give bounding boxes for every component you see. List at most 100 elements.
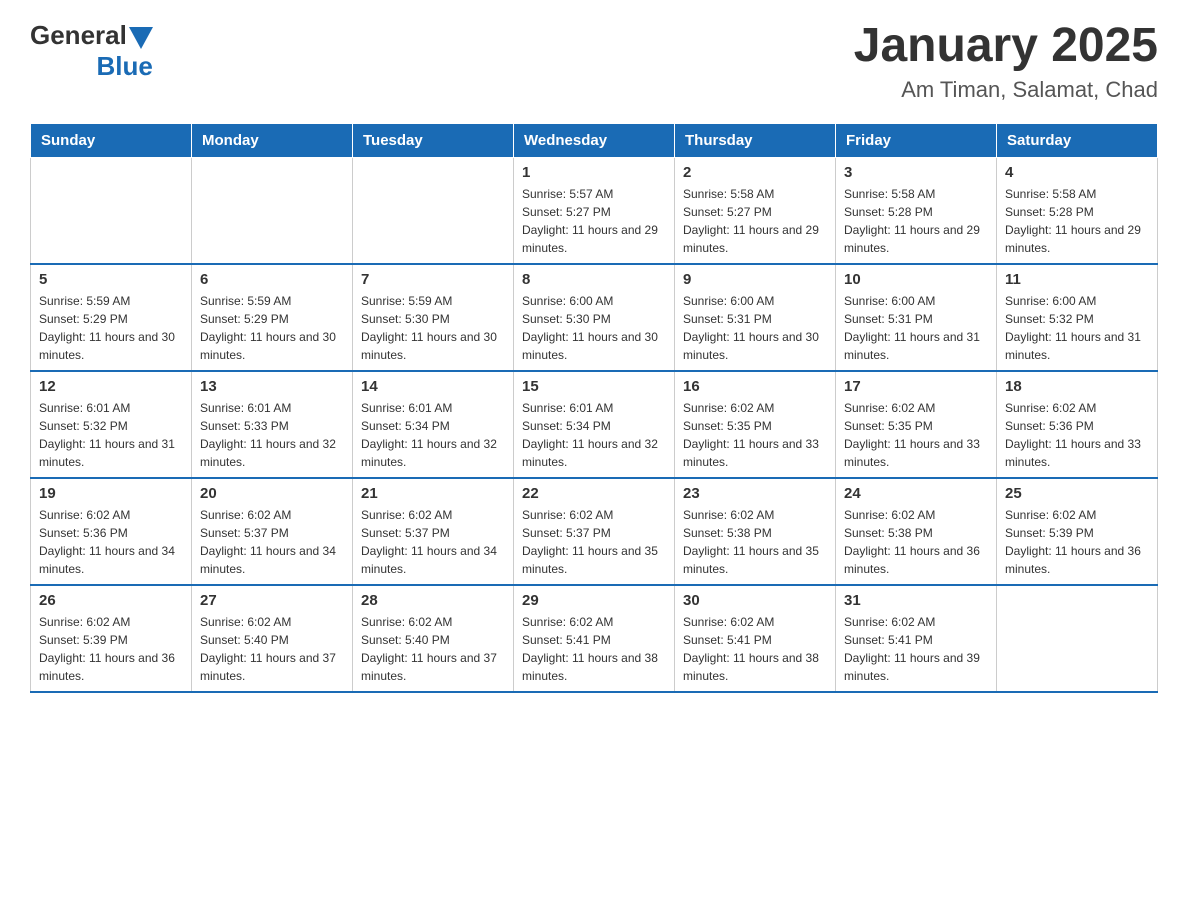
calendar-cell: 13 Sunrise: 6:01 AMSunset: 5:33 PMDayligh…	[192, 371, 353, 478]
calendar-cell: 28Sunrise: 6:02 AMSunset: 5:40 PMDayligh…	[353, 585, 514, 692]
day-info: Sunrise: 6:01 AMSunset: 5:34 PMDaylight:…	[361, 399, 505, 471]
calendar-week-5: 26 Sunrise: 6:02 AMSunset: 5:39 PMDayligh…	[31, 585, 1158, 692]
calendar-header-wednesday: Wednesday	[514, 123, 675, 157]
day-number: 7	[361, 271, 505, 288]
day-number: 19	[39, 485, 183, 502]
calendar-cell: 25Sunrise: 6:02 AMSunset: 5:39 PMDayligh…	[997, 478, 1158, 585]
calendar-cell: 10Sunrise: 6:00 AMSunset: 5:31 PMDayligh…	[836, 264, 997, 371]
logo-triangle-icon	[129, 27, 153, 49]
calendar-cell: 29 Sunrise: 6:02 AMSunset: 5:41 PMDayligh…	[514, 585, 675, 692]
calendar-cell: 21 Sunrise: 6:02 AMSunset: 5:37 PMDayligh…	[353, 478, 514, 585]
day-number: 22	[522, 485, 666, 502]
calendar-header-saturday: Saturday	[997, 123, 1158, 157]
day-number: 21	[361, 485, 505, 502]
calendar-body: 1 Sunrise: 5:57 AMSunset: 5:27 PMDaylight…	[31, 157, 1158, 692]
logo: General Blue	[30, 20, 153, 82]
day-number: 28	[361, 592, 505, 609]
day-number: 13	[200, 378, 344, 395]
calendar-week-4: 19Sunrise: 6:02 AMSunset: 5:36 PMDayligh…	[31, 478, 1158, 585]
calendar-header-row: SundayMondayTuesdayWednesdayThursdayFrid…	[31, 123, 1158, 157]
day-info: Sunrise: 6:02 AMSunset: 5:37 PMDaylight:…	[361, 506, 505, 578]
day-info: Sunrise: 6:02 AMSunset: 5:38 PMDaylight:…	[844, 506, 988, 578]
day-info: Sunrise: 6:02 AMSunset: 5:39 PMDaylight:…	[1005, 506, 1149, 578]
logo-general-text: General	[30, 20, 127, 51]
day-info: Sunrise: 6:00 AMSunset: 5:31 PMDaylight:…	[683, 292, 827, 364]
calendar-cell: 4Sunrise: 5:58 AMSunset: 5:28 PMDaylight…	[997, 157, 1158, 264]
logo-blue-text: Blue	[96, 51, 152, 82]
calendar-cell: 30 Sunrise: 6:02 AMSunset: 5:41 PMDayligh…	[675, 585, 836, 692]
calendar-cell: 6Sunrise: 5:59 AMSunset: 5:29 PMDaylight…	[192, 264, 353, 371]
calendar-cell: 14 Sunrise: 6:01 AMSunset: 5:34 PMDayligh…	[353, 371, 514, 478]
page-header: General Blue January 2025 Am Timan, Sala…	[30, 20, 1158, 103]
day-number: 24	[844, 485, 988, 502]
day-info: Sunrise: 6:01 AMSunset: 5:34 PMDaylight:…	[522, 399, 666, 471]
location-title: Am Timan, Salamat, Chad	[854, 77, 1158, 103]
calendar-cell	[353, 157, 514, 264]
calendar-cell: 19Sunrise: 6:02 AMSunset: 5:36 PMDayligh…	[31, 478, 192, 585]
day-info: Sunrise: 6:02 AMSunset: 5:41 PMDaylight:…	[844, 613, 988, 685]
calendar-header-monday: Monday	[192, 123, 353, 157]
day-number: 18	[1005, 378, 1149, 395]
day-number: 3	[844, 164, 988, 181]
day-info: Sunrise: 6:01 AMSunset: 5:33 PMDaylight:…	[200, 399, 344, 471]
calendar-cell: 1 Sunrise: 5:57 AMSunset: 5:27 PMDaylight…	[514, 157, 675, 264]
day-info: Sunrise: 6:02 AMSunset: 5:39 PMDaylight:…	[39, 613, 183, 685]
calendar-cell: 27Sunrise: 6:02 AMSunset: 5:40 PMDayligh…	[192, 585, 353, 692]
calendar-cell: 9 Sunrise: 6:00 AMSunset: 5:31 PMDaylight…	[675, 264, 836, 371]
calendar-cell: 15Sunrise: 6:01 AMSunset: 5:34 PMDayligh…	[514, 371, 675, 478]
day-info: Sunrise: 6:00 AMSunset: 5:30 PMDaylight:…	[522, 292, 666, 364]
day-number: 20	[200, 485, 344, 502]
day-info: Sunrise: 6:02 AMSunset: 5:41 PMDaylight:…	[683, 613, 827, 685]
day-number: 11	[1005, 271, 1149, 288]
day-info: Sunrise: 5:59 AMSunset: 5:30 PMDaylight:…	[361, 292, 505, 364]
day-number: 8	[522, 271, 666, 288]
day-info: Sunrise: 6:02 AMSunset: 5:35 PMDaylight:…	[844, 399, 988, 471]
calendar-cell: 17 Sunrise: 6:02 AMSunset: 5:35 PMDayligh…	[836, 371, 997, 478]
calendar-header-friday: Friday	[836, 123, 997, 157]
day-number: 23	[683, 485, 827, 502]
calendar-cell: 18 Sunrise: 6:02 AMSunset: 5:36 PMDayligh…	[997, 371, 1158, 478]
calendar-cell: 26 Sunrise: 6:02 AMSunset: 5:39 PMDayligh…	[31, 585, 192, 692]
day-number: 9	[683, 271, 827, 288]
day-info: Sunrise: 5:58 AMSunset: 5:28 PMDaylight:…	[1005, 185, 1149, 257]
day-number: 1	[522, 164, 666, 181]
day-info: Sunrise: 6:00 AMSunset: 5:32 PMDaylight:…	[1005, 292, 1149, 364]
calendar-cell: 22 Sunrise: 6:02 AMSunset: 5:37 PMDayligh…	[514, 478, 675, 585]
day-info: Sunrise: 6:02 AMSunset: 5:41 PMDaylight:…	[522, 613, 666, 685]
calendar-cell: 31Sunrise: 6:02 AMSunset: 5:41 PMDayligh…	[836, 585, 997, 692]
day-info: Sunrise: 6:02 AMSunset: 5:37 PMDaylight:…	[522, 506, 666, 578]
day-number: 12	[39, 378, 183, 395]
day-number: 30	[683, 592, 827, 609]
calendar-cell: 20 Sunrise: 6:02 AMSunset: 5:37 PMDayligh…	[192, 478, 353, 585]
calendar-cell: 5Sunrise: 5:59 AMSunset: 5:29 PMDaylight…	[31, 264, 192, 371]
calendar-cell: 24 Sunrise: 6:02 AMSunset: 5:38 PMDayligh…	[836, 478, 997, 585]
day-info: Sunrise: 5:57 AMSunset: 5:27 PMDaylight:…	[522, 185, 666, 257]
calendar-cell: 16 Sunrise: 6:02 AMSunset: 5:35 PMDayligh…	[675, 371, 836, 478]
calendar-table: SundayMondayTuesdayWednesdayThursdayFrid…	[30, 123, 1158, 693]
day-number: 6	[200, 271, 344, 288]
calendar-cell: 23 Sunrise: 6:02 AMSunset: 5:38 PMDayligh…	[675, 478, 836, 585]
day-info: Sunrise: 6:02 AMSunset: 5:35 PMDaylight:…	[683, 399, 827, 471]
calendar-cell: 11 Sunrise: 6:00 AMSunset: 5:32 PMDayligh…	[997, 264, 1158, 371]
day-number: 26	[39, 592, 183, 609]
day-number: 14	[361, 378, 505, 395]
day-number: 17	[844, 378, 988, 395]
day-info: Sunrise: 6:02 AMSunset: 5:38 PMDaylight:…	[683, 506, 827, 578]
day-info: Sunrise: 5:59 AMSunset: 5:29 PMDaylight:…	[39, 292, 183, 364]
day-number: 10	[844, 271, 988, 288]
title-section: January 2025 Am Timan, Salamat, Chad	[854, 20, 1158, 103]
day-info: Sunrise: 6:02 AMSunset: 5:40 PMDaylight:…	[200, 613, 344, 685]
calendar-cell	[192, 157, 353, 264]
day-info: Sunrise: 6:02 AMSunset: 5:37 PMDaylight:…	[200, 506, 344, 578]
calendar-header-thursday: Thursday	[675, 123, 836, 157]
calendar-cell	[997, 585, 1158, 692]
calendar-cell: 3Sunrise: 5:58 AMSunset: 5:28 PMDaylight…	[836, 157, 997, 264]
day-number: 29	[522, 592, 666, 609]
day-info: Sunrise: 6:02 AMSunset: 5:36 PMDaylight:…	[1005, 399, 1149, 471]
calendar-cell	[31, 157, 192, 264]
calendar-week-1: 1 Sunrise: 5:57 AMSunset: 5:27 PMDaylight…	[31, 157, 1158, 264]
calendar-header-tuesday: Tuesday	[353, 123, 514, 157]
day-number: 16	[683, 378, 827, 395]
month-title: January 2025	[854, 20, 1158, 73]
calendar-header-sunday: Sunday	[31, 123, 192, 157]
